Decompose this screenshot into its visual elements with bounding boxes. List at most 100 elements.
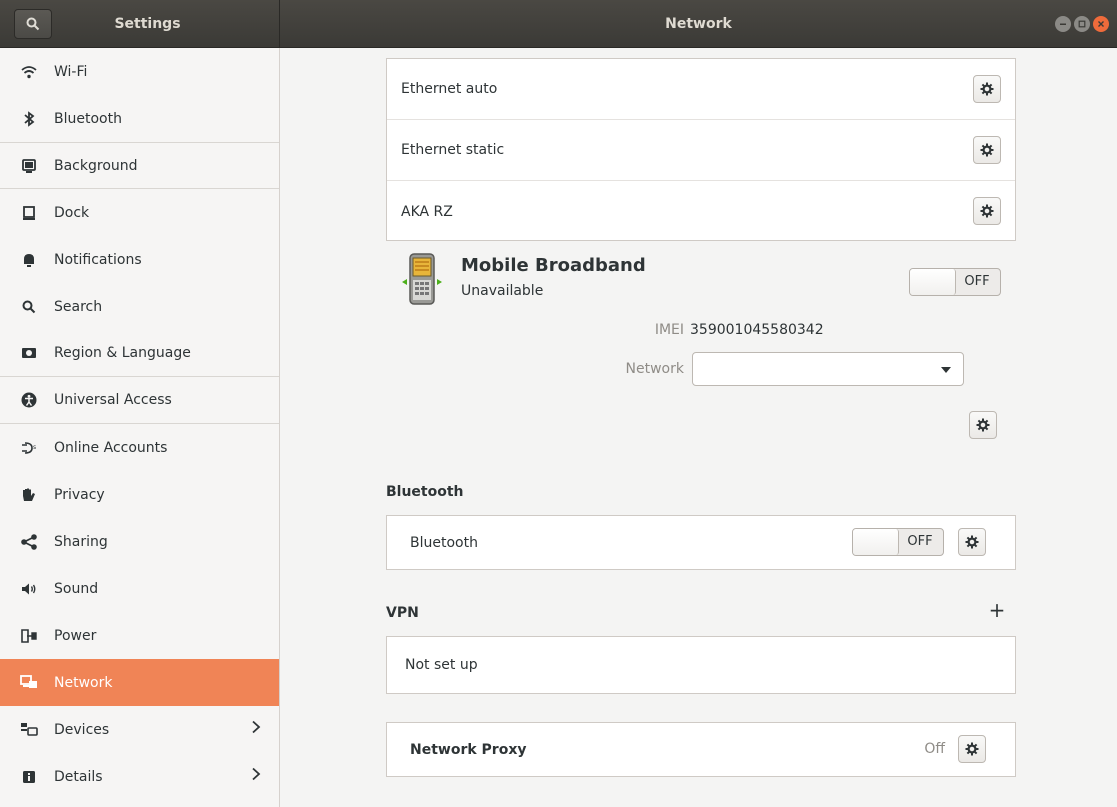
sidebar-item-bluetooth[interactable]: Bluetooth (0, 95, 279, 142)
sidebar-item-devices[interactable]: Devices (0, 706, 279, 753)
network-proxy-status: Off (924, 741, 945, 757)
bluetooth-icon (20, 110, 38, 128)
chevron-right-icon (251, 720, 261, 738)
sidebar-item-label: Universal Access (54, 392, 172, 408)
sidebar-item-label: Power (54, 627, 97, 644)
mobile-broadband-switch[interactable]: OFF (909, 268, 1001, 296)
switch-knob (853, 529, 899, 555)
online-accounts-icon: s (20, 439, 38, 457)
sidebar-item-label: Network (54, 674, 113, 691)
bluetooth-row-label: Bluetooth (410, 534, 478, 551)
sidebar-item-universal-access[interactable]: Universal Access (0, 377, 279, 424)
accessibility-icon (20, 391, 38, 409)
gear-icon (976, 418, 990, 432)
sidebar-item-network[interactable]: Network (0, 659, 279, 706)
switch-state-label: OFF (964, 274, 990, 289)
network-proxy-row[interactable]: Network Proxy Off (387, 723, 1015, 776)
info-icon (20, 768, 38, 786)
connection-settings-button[interactable] (973, 136, 1001, 164)
sidebar-item-label: Devices (54, 721, 110, 738)
network-label: Network (625, 361, 684, 377)
chevron-down-icon (941, 367, 951, 373)
sidebar-item-privacy[interactable]: Privacy (0, 471, 279, 518)
bluetooth-row[interactable]: Bluetooth OFF (387, 516, 1015, 569)
gear-icon (965, 742, 979, 756)
search-icon (20, 298, 38, 316)
sidebar-item-region-language[interactable]: Region & Language (0, 330, 279, 377)
list-item[interactable]: AKA RZ (387, 181, 1015, 242)
bluetooth-list: Bluetooth OFF (386, 515, 1016, 570)
vpn-list: Not set up (386, 636, 1016, 694)
list-item[interactable]: Ethernet static (387, 120, 1015, 181)
sidebar-item-label: Background (54, 157, 138, 174)
minimize-button[interactable] (1055, 16, 1071, 32)
gear-icon (965, 535, 979, 549)
imei-value: 359001045580342 (690, 322, 824, 338)
network-icon (20, 674, 38, 692)
mobile-broadband-settings-button[interactable] (969, 411, 997, 439)
add-vpn-button[interactable]: + (987, 598, 1007, 622)
list-item[interactable]: Ethernet auto (387, 59, 1015, 120)
sidebar-item-sound[interactable]: Sound (0, 565, 279, 612)
sidebar-item-label: Bluetooth (54, 110, 122, 127)
sidebar-item-online-accounts[interactable]: s Online Accounts (0, 424, 279, 471)
gear-icon (980, 204, 994, 218)
search-icon (26, 17, 40, 31)
sidebar-item-wifi[interactable]: Wi-Fi (0, 48, 279, 95)
window-controls (1055, 16, 1109, 32)
sidebar-item-label: Privacy (54, 486, 105, 503)
header-right: Network (280, 0, 1117, 48)
connection-settings-button[interactable] (973, 75, 1001, 103)
power-icon (20, 627, 38, 645)
bluetooth-section-title: Bluetooth (386, 484, 464, 500)
sidebar-item-background[interactable]: Background (0, 142, 279, 189)
sidebar-item-dock[interactable]: Dock (0, 189, 279, 236)
maximize-icon (1078, 20, 1086, 28)
svg-text:s: s (33, 444, 36, 451)
network-proxy-label: Network Proxy (410, 741, 527, 758)
wifi-icon (20, 63, 38, 81)
mobile-phone-icon (400, 252, 444, 312)
network-proxy-settings-button[interactable] (958, 735, 986, 763)
region-icon (20, 344, 38, 362)
connection-name: Ethernet static (401, 142, 505, 158)
mobile-broadband-section: Mobile Broadband Unavailable OFF IMEI 35… (386, 248, 1016, 448)
speaker-icon (20, 580, 38, 598)
sidebar-item-sharing[interactable]: Sharing (0, 518, 279, 565)
sidebar-item-label: Notifications (54, 251, 142, 268)
connection-name: AKA RZ (401, 203, 453, 220)
sidebar-item-label: Sharing (54, 533, 108, 550)
sidebar-item-label: Online Accounts (54, 439, 168, 456)
hand-icon (20, 486, 38, 504)
sidebar: Wi-Fi Bluetooth Background Dock Notifica… (0, 48, 280, 807)
close-button[interactable] (1093, 16, 1109, 32)
share-icon (20, 533, 38, 551)
page-title: Network (665, 16, 732, 32)
vpn-section-title: VPN (386, 605, 419, 621)
devices-icon (20, 721, 38, 739)
minimize-icon (1060, 23, 1066, 25)
sidebar-item-search[interactable]: Search (0, 283, 279, 330)
main-panel: Ethernet auto Ethernet static AKA RZ Mob… (281, 48, 1117, 807)
switch-knob (910, 269, 956, 295)
bell-icon (20, 251, 38, 269)
imei-label: IMEI (654, 322, 684, 338)
sidebar-item-label: Search (54, 298, 103, 315)
dock-icon (20, 204, 38, 222)
sidebar-item-notifications[interactable]: Notifications (0, 236, 279, 283)
bluetooth-settings-button[interactable] (958, 528, 986, 556)
connection-name: Ethernet auto (401, 81, 498, 97)
gear-icon (980, 143, 994, 157)
switch-state-label: OFF (907, 534, 933, 549)
connection-settings-button[interactable] (973, 197, 1001, 225)
sidebar-item-label: Sound (54, 580, 99, 597)
network-select[interactable] (692, 352, 964, 386)
maximize-button[interactable] (1074, 16, 1090, 32)
search-button[interactable] (14, 9, 52, 39)
sidebar-item-details[interactable]: Details (0, 753, 279, 800)
sidebar-item-power[interactable]: Power (0, 612, 279, 659)
bluetooth-switch[interactable]: OFF (852, 528, 944, 556)
sidebar-item-label: Details (54, 768, 103, 785)
header-left: Settings (0, 0, 280, 48)
sidebar-item-label: Wi-Fi (54, 63, 88, 80)
